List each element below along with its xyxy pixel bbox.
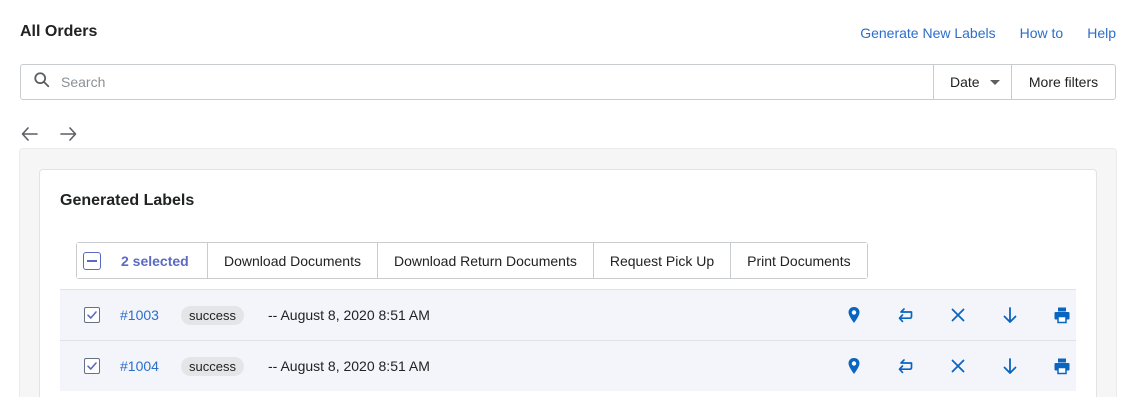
row-checkbox[interactable] [84,307,100,323]
status-badge: success [181,356,244,376]
order-link[interactable]: #1003 [120,307,159,323]
arrow-left-icon[interactable] [20,124,40,144]
generate-new-labels-link[interactable]: Generate New Labels [860,25,995,41]
search-bar: Date More filters [20,64,1116,100]
download-documents-button[interactable]: Download Documents [207,243,377,278]
return-icon[interactable] [880,356,932,376]
request-pick-up-button[interactable]: Request Pick Up [592,243,731,278]
order-link[interactable]: #1004 [120,358,159,374]
bulk-actions-bar: 2 selected Download Documents Download R… [76,242,868,279]
status-badge: success [181,305,244,325]
date-filter-button[interactable]: Date [933,65,1011,99]
page-title: All Orders [20,23,98,40]
date-filter-label: Date [950,74,980,90]
download-icon[interactable] [984,305,1036,325]
row-checkbox[interactable] [84,358,100,374]
row-actions [828,356,1088,376]
location-pin-icon[interactable] [828,305,880,325]
search-icon [33,71,51,94]
print-documents-button[interactable]: Print Documents [730,243,867,278]
pagination [20,124,78,144]
table-row: #1004 success -- August 8, 2020 8:51 AM [60,340,1076,391]
help-link[interactable]: Help [1087,25,1116,41]
order-date: -- August 8, 2020 8:51 AM [268,307,430,323]
bulk-select: 2 selected [77,243,207,278]
search-box[interactable] [21,65,933,99]
selected-count: 2 selected [121,252,189,269]
close-icon[interactable] [932,356,984,376]
card-title: Generated Labels [60,192,195,209]
bulk-select-checkbox[interactable] [83,251,101,270]
print-icon[interactable] [1036,305,1088,325]
search-input[interactable] [61,74,933,90]
download-return-documents-button[interactable]: Download Return Documents [376,243,593,278]
caret-down-icon [989,79,1000,85]
location-pin-icon[interactable] [828,356,880,376]
arrow-right-icon[interactable] [58,124,78,144]
order-date: -- August 8, 2020 8:51 AM [268,358,430,374]
return-icon[interactable] [880,305,932,325]
header-links: Generate New Labels How to Help [860,25,1116,41]
table-row: #1003 success -- August 8, 2020 8:51 AM [60,289,1076,340]
close-icon[interactable] [932,305,984,325]
row-actions [828,305,1088,325]
print-icon[interactable] [1036,356,1088,376]
download-icon[interactable] [984,356,1036,376]
how-to-link[interactable]: How to [1020,25,1064,41]
more-filters-button[interactable]: More filters [1011,65,1115,99]
